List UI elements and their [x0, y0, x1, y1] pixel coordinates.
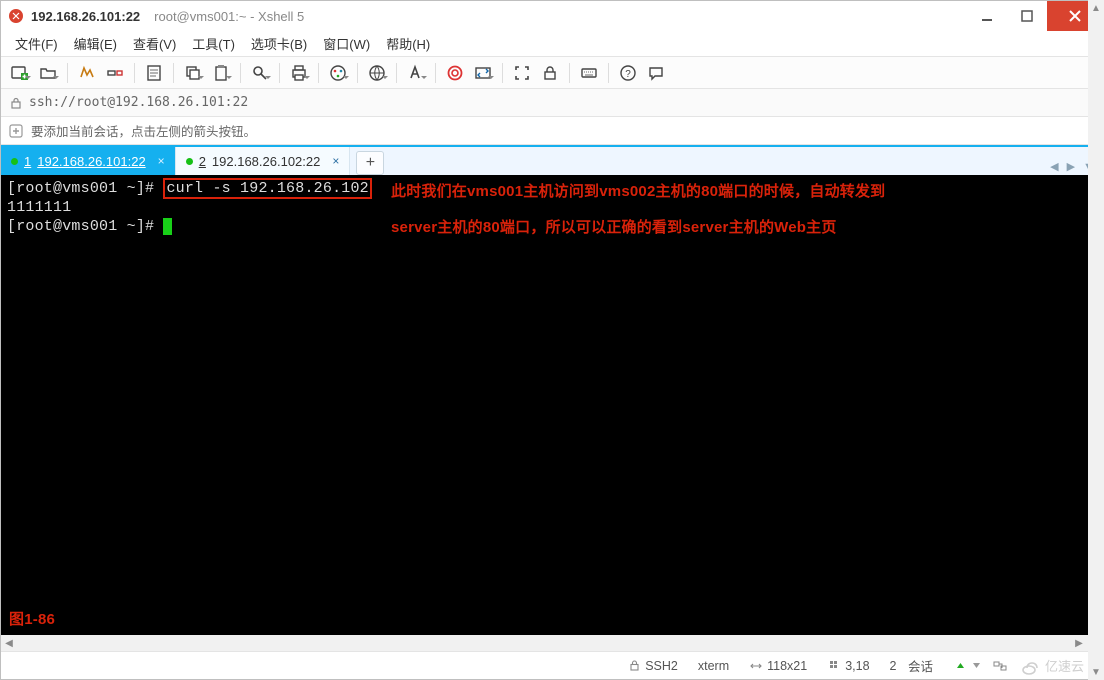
menu-tools[interactable]: 工具(T): [184, 30, 243, 57]
menubar: 文件(F) 编辑(E) 查看(V) 工具(T) 选项卡(B) 窗口(W) 帮助(…: [1, 31, 1103, 57]
add-session-icon[interactable]: [7, 122, 25, 140]
status-term-type: xterm: [688, 659, 739, 673]
lock-icon: [7, 94, 25, 112]
vertical-scrollbar[interactable]: ▲ ▼: [1088, 0, 1104, 680]
minimize-button[interactable]: [967, 1, 1007, 31]
connection-icon: [993, 659, 1007, 673]
app-icon: [7, 7, 25, 25]
statusbar: SSH2 xterm 118x21 3,18 2 会话 亿速云: [1, 651, 1103, 679]
status-protocol: SSH2: [617, 659, 688, 673]
menu-file[interactable]: 文件(F): [7, 30, 66, 57]
print-button[interactable]: [286, 60, 312, 86]
hint-text: 要添加当前会话，点击左侧的箭头按钮。: [31, 121, 256, 140]
xftp-button[interactable]: [470, 60, 496, 86]
status-updown[interactable]: [943, 659, 993, 673]
encoding-button[interactable]: [364, 60, 390, 86]
scroll-left-icon[interactable]: ◀: [1, 638, 17, 649]
tab-next-button[interactable]: ▶: [1064, 158, 1078, 175]
terminal-container: [root@vms001 ~]# curl -s 192.168.26.102 …: [1, 175, 1103, 651]
scroll-up-icon[interactable]: ▲: [1088, 0, 1104, 16]
status-dot-icon: [186, 158, 193, 165]
tab-close-icon[interactable]: ×: [158, 154, 165, 168]
fullscreen-button[interactable]: [509, 60, 535, 86]
figure-caption: 图1-86: [9, 610, 55, 629]
toolbar: ?: [1, 57, 1103, 89]
session-tab-1[interactable]: 1 192.168.26.101:22 ×: [1, 147, 176, 175]
app-window: 192.168.26.101:22 root@vms001:~ - Xshell…: [0, 0, 1104, 680]
tab-prev-button[interactable]: ◀: [1047, 158, 1061, 175]
help-button[interactable]: ?: [615, 60, 641, 86]
chat-button[interactable]: [643, 60, 669, 86]
annotation-text: 此时我们在vms001主机访问到vms002主机的80端口的时候，自动转发到 s…: [391, 179, 885, 241]
window-title: 192.168.26.101:22: [31, 9, 140, 24]
svg-text:?: ?: [625, 69, 631, 80]
reconnect-button[interactable]: [74, 60, 100, 86]
horizontal-scrollbar[interactable]: ◀ ▶: [1, 635, 1087, 651]
address-url[interactable]: ssh://root@192.168.26.101:22: [29, 95, 248, 110]
menu-view[interactable]: 查看(V): [125, 30, 184, 57]
xagent-button[interactable]: [442, 60, 468, 86]
session-tab-2[interactable]: 2 192.168.26.102:22 ×: [176, 147, 351, 175]
status-sessions: 2 会话: [880, 656, 943, 675]
titlebar[interactable]: 192.168.26.101:22 root@vms001:~ - Xshell…: [1, 1, 1103, 31]
properties-button[interactable]: [141, 60, 167, 86]
tab-close-icon[interactable]: ×: [332, 154, 339, 168]
caret-up-icon[interactable]: [953, 659, 967, 673]
keyboard-button[interactable]: [576, 60, 602, 86]
menu-window[interactable]: 窗口(W): [315, 30, 378, 57]
menu-tabs[interactable]: 选项卡(B): [243, 30, 315, 57]
watermark-text: 亿速云: [1045, 659, 1084, 674]
status-cursor-pos: 3,18: [817, 659, 879, 673]
find-button[interactable]: [247, 60, 273, 86]
lock-button[interactable]: [537, 60, 563, 86]
addressbar: ssh://root@192.168.26.101:22: [1, 89, 1103, 117]
menu-edit[interactable]: 编辑(E): [66, 30, 125, 57]
font-button[interactable]: [403, 60, 429, 86]
tab-label: 192.168.26.102:22: [212, 154, 320, 169]
tabstrip: 1 192.168.26.101:22 × 2 192.168.26.102:2…: [1, 145, 1103, 175]
new-session-button[interactable]: [7, 60, 33, 86]
scroll-down-icon[interactable]: ▼: [1088, 664, 1104, 680]
status-dot-icon: [11, 158, 18, 165]
disconnect-button[interactable]: [102, 60, 128, 86]
tab-label: 192.168.26.101:22: [37, 154, 145, 169]
cursor-icon: [163, 218, 172, 235]
color-button[interactable]: [325, 60, 351, 86]
lock-icon: [627, 659, 641, 673]
open-button[interactable]: [35, 60, 61, 86]
add-tab-button[interactable]: +: [356, 151, 384, 175]
maximize-button[interactable]: [1007, 1, 1047, 31]
window-subtitle: root@vms001:~ - Xshell 5: [154, 9, 304, 24]
scroll-right-icon[interactable]: ▶: [1071, 638, 1087, 649]
grid-icon: [827, 659, 841, 673]
terminal[interactable]: [root@vms001 ~]# curl -s 192.168.26.102 …: [1, 175, 1103, 635]
watermark: 亿速云: [1017, 654, 1095, 678]
scroll-track[interactable]: [1088, 16, 1104, 664]
caret-down-icon[interactable]: [969, 659, 983, 673]
highlighted-command: curl -s 192.168.26.102: [163, 178, 371, 199]
hintbar: 要添加当前会话，点击左侧的箭头按钮。: [1, 117, 1103, 145]
menu-help[interactable]: 帮助(H): [378, 30, 438, 57]
tab-index: 2: [199, 154, 206, 169]
status-size: 118x21: [739, 659, 817, 673]
resize-icon: [749, 659, 763, 673]
tab-index: 1: [24, 154, 31, 169]
copy-button[interactable]: [180, 60, 206, 86]
paste-button[interactable]: [208, 60, 234, 86]
